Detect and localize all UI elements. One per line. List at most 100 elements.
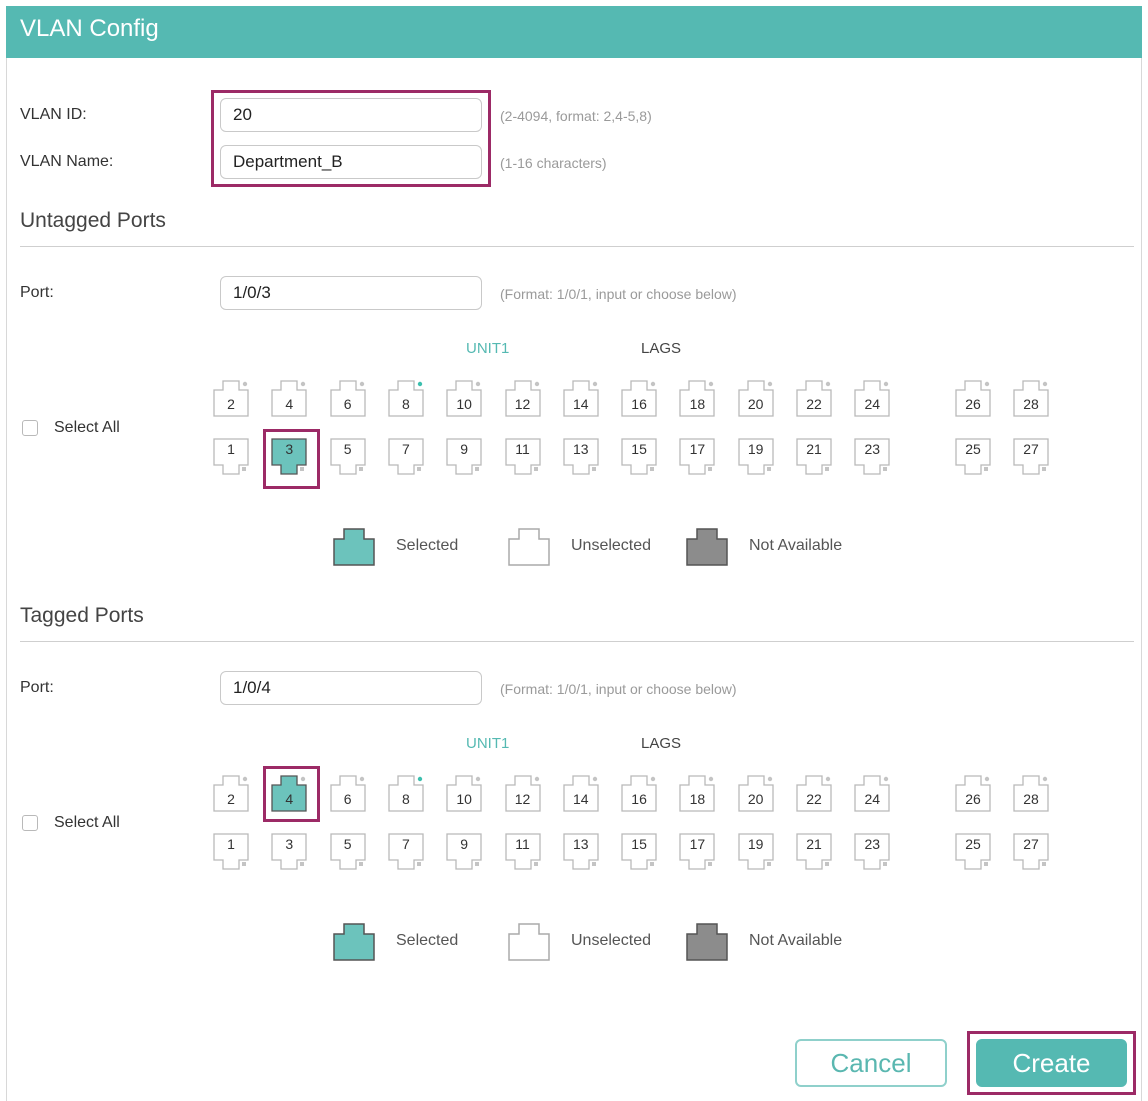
port-number: 22 — [806, 396, 822, 412]
port-21[interactable]: 21 — [796, 438, 832, 476]
port-number: 8 — [401, 791, 410, 807]
port-1[interactable]: 1 — [213, 438, 249, 476]
port-7[interactable]: 7 — [388, 438, 424, 476]
legend-unselected-icon — [508, 526, 550, 566]
port-10[interactable]: 10 — [446, 774, 482, 812]
port-6[interactable]: 6 — [329, 379, 366, 417]
port-8[interactable]: 8 — [388, 379, 424, 417]
vlan-name-hint: (1-16 characters) — [500, 155, 607, 171]
port-24[interactable]: 24 — [854, 379, 890, 417]
port-9[interactable]: 9 — [446, 438, 482, 476]
port-number: 7 — [401, 441, 410, 457]
untagged-select-all-checkbox[interactable] — [22, 420, 38, 436]
port-11[interactable]: 11 — [504, 438, 541, 476]
port-number: 17 — [689, 441, 706, 457]
port-28[interactable]: 28 — [1013, 379, 1049, 417]
port-17[interactable]: 17 — [679, 438, 716, 476]
legend-selected-icon — [333, 921, 375, 961]
port-number: 19 — [747, 441, 764, 457]
port-7[interactable]: 7 — [388, 833, 424, 871]
tagged-unit-label: UNIT1 — [466, 735, 510, 752]
port-number: 27 — [1023, 441, 1039, 457]
port-9[interactable]: 9 — [446, 833, 482, 871]
port-22[interactable]: 22 — [796, 379, 832, 417]
vlan-fields-highlight — [211, 90, 491, 187]
port-number: 28 — [1023, 396, 1039, 412]
untagged-port-hint: (Format: 1/0/1, input or choose below) — [500, 286, 737, 302]
port-number: 24 — [864, 791, 881, 807]
port-23[interactable]: 23 — [854, 833, 890, 871]
port-23[interactable]: 23 — [854, 438, 890, 476]
port-number: 21 — [806, 441, 822, 457]
port-number: 27 — [1023, 836, 1039, 852]
port-24[interactable]: 24 — [854, 774, 890, 812]
port-number: 8 — [401, 396, 410, 412]
tagged-port-input[interactable]: 1/0/4 — [220, 671, 482, 705]
untagged-port-input[interactable]: 1/0/3 — [220, 276, 482, 310]
legend-selected-label: Selected — [396, 537, 459, 554]
port-21[interactable]: 21 — [796, 833, 832, 871]
port-20[interactable]: 20 — [738, 379, 774, 417]
port-28[interactable]: 28 — [1013, 774, 1049, 812]
port-15[interactable]: 15 — [621, 438, 657, 476]
vlan-name-label: VLAN Name: — [20, 153, 114, 170]
port-26[interactable]: 26 — [955, 774, 991, 812]
port-5[interactable]: 5 — [329, 833, 366, 871]
port-number: 11 — [515, 836, 530, 852]
untagged-section-title: Untagged Ports — [20, 209, 166, 232]
port-27[interactable]: 27 — [1013, 438, 1049, 476]
port-16[interactable]: 16 — [621, 379, 657, 417]
port-17[interactable]: 17 — [679, 833, 716, 871]
port-25[interactable]: 25 — [955, 438, 991, 476]
port-5[interactable]: 5 — [329, 438, 366, 476]
port-number: 7 — [401, 836, 410, 852]
port-number: 10 — [456, 396, 472, 412]
legend-not-available-icon — [686, 526, 728, 566]
port-22[interactable]: 22 — [796, 774, 832, 812]
port-number: 16 — [631, 396, 647, 412]
port-27[interactable]: 27 — [1013, 833, 1049, 871]
cancel-button[interactable]: Cancel — [795, 1039, 947, 1087]
tagged-select-all-checkbox[interactable] — [22, 815, 38, 831]
port-2[interactable]: 2 — [213, 379, 249, 417]
port-number: 14 — [573, 396, 589, 412]
port-18[interactable]: 18 — [679, 774, 716, 812]
port-6[interactable]: 6 — [329, 774, 366, 812]
port-12[interactable]: 12 — [504, 379, 541, 417]
legend-not-available-label: Not Available — [749, 932, 843, 949]
port-20[interactable]: 20 — [738, 774, 774, 812]
port-11[interactable]: 11 — [504, 833, 541, 871]
port-8[interactable]: 8 — [388, 774, 424, 812]
port-13[interactable]: 13 — [563, 833, 599, 871]
port-16[interactable]: 16 — [621, 774, 657, 812]
port-14[interactable]: 14 — [563, 379, 599, 417]
port-number: 9 — [460, 836, 469, 852]
port-15[interactable]: 15 — [621, 833, 657, 871]
port-number: 1 — [227, 836, 235, 852]
port-4[interactable]: 4 — [271, 379, 307, 417]
legend-unselected-label: Unselected — [571, 537, 652, 554]
port-10[interactable]: 10 — [446, 379, 482, 417]
port-14[interactable]: 14 — [563, 774, 599, 812]
port-1[interactable]: 1 — [213, 833, 249, 871]
port-12[interactable]: 12 — [504, 774, 541, 812]
port-number: 21 — [806, 836, 822, 852]
port-26[interactable]: 26 — [955, 379, 991, 417]
port-18[interactable]: 18 — [679, 379, 716, 417]
vlan-id-hint: (2-4094, format: 2,4-5,8) — [500, 108, 652, 124]
port-25[interactable]: 25 — [955, 833, 991, 871]
port-number: 20 — [747, 396, 764, 412]
port-13[interactable]: 13 — [563, 438, 599, 476]
untagged-divider — [20, 246, 1134, 247]
port-number: 13 — [573, 836, 589, 852]
tagged-divider — [20, 641, 1134, 642]
port-number: 15 — [631, 836, 647, 852]
port-2[interactable]: 2 — [213, 774, 249, 812]
port-19[interactable]: 19 — [738, 833, 774, 871]
create-button-highlight — [967, 1031, 1136, 1095]
port-19[interactable]: 19 — [738, 438, 774, 476]
port-3[interactable]: 3 — [271, 833, 307, 871]
untagged-port-3-highlight — [263, 429, 320, 489]
vlan-id-label: VLAN ID: — [20, 106, 87, 123]
legend-not-available-icon — [686, 921, 728, 961]
